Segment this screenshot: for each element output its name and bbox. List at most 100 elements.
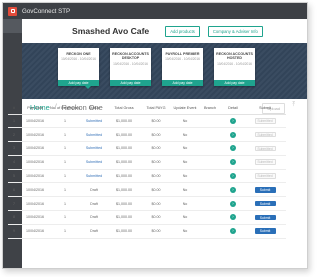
update-event-cell: No: [172, 114, 198, 129]
chevron-right-icon[interactable]: ›: [230, 117, 236, 124]
total-payg-cell: $0.00: [140, 210, 172, 225]
chevron-right-icon[interactable]: ›: [230, 173, 236, 180]
card-date: 10/04/2016 - 10/04/2016: [113, 61, 148, 66]
branch-cell: [198, 210, 222, 225]
update-event-cell: No: [172, 224, 198, 239]
pay-date-cell: 10/04/2016: [20, 196, 50, 212]
submit-cell: Submit: [244, 196, 286, 212]
employees-cell: 1: [50, 127, 80, 143]
company-name: Smashed Avo Cafe: [72, 26, 150, 36]
submit-button: Submitted: [254, 173, 276, 179]
update-event-cell: No: [172, 141, 198, 156]
branch-cell: [198, 127, 222, 143]
total-payg-cell: $0.00: [140, 155, 172, 170]
add-pay-date-button[interactable]: Add pay date: [58, 80, 99, 86]
submit-button[interactable]: Submit: [254, 214, 276, 221]
status-cell: Draft: [80, 210, 108, 225]
submit-cell: Submitted: [244, 114, 286, 129]
total-payg-cell: $0.00: [140, 114, 172, 129]
card-title: Reckon Accounts Hosted: [216, 52, 253, 61]
total-payg-cell: $0.00: [140, 224, 172, 239]
total-gross-cell: $1,000.00: [108, 182, 140, 198]
update-event-cell: No: [172, 127, 198, 143]
submit-button: Submitted: [254, 145, 276, 152]
column-header: Status: [80, 102, 108, 115]
app-logo-icon: [8, 6, 17, 16]
card-title: Reckon One: [66, 52, 91, 56]
table-row: 9 10/04/2016 1 Draft $1,000.00 $0.00 No › Submit: [8, 224, 286, 239]
add-pay-date-button[interactable]: Add pay date: [162, 80, 203, 86]
detail-cell: ›: [222, 141, 244, 156]
submit-button[interactable]: Submit: [254, 228, 276, 235]
update-event-cell: No: [172, 210, 198, 225]
chevron-right-icon[interactable]: ›: [230, 200, 236, 207]
pay-date-cell: 10/04/2016: [20, 169, 50, 184]
upload-icon[interactable]: ⤒: [292, 102, 295, 109]
submit-button[interactable]: Submit: [254, 187, 276, 193]
row-number: 5: [8, 169, 20, 184]
selected-card-indicator: [85, 86, 91, 89]
employees-cell: 1: [50, 210, 80, 225]
table-row: 8 10/04/2016 1 Draft $1,000.00 $0.00 No › Submit: [8, 210, 286, 225]
row-number: 7: [8, 196, 20, 212]
update-event-cell: No: [172, 196, 198, 212]
branch-cell: [198, 141, 222, 156]
pay-date-cell: 10/04/2016: [20, 182, 50, 198]
total-gross-cell: $1,000.00: [108, 196, 140, 212]
row-number: 3: [8, 141, 20, 156]
add-pay-date-button[interactable]: Add pay date: [110, 80, 151, 86]
card-date: 10/04/2016 - 10/04/2016: [61, 57, 96, 62]
submit-cell: Submit: [244, 210, 286, 225]
company-header: Smashed Avo Cafe Add products Company & …: [22, 19, 307, 43]
card-payroll-premier[interactable]: Payroll Premier 10/04/2016 - 10/04/2016 …: [162, 48, 203, 86]
column-header: Submit: [244, 102, 286, 115]
branch-cell: [198, 224, 222, 239]
submit-button: Submitted: [254, 159, 276, 166]
detail-cell: ›: [222, 127, 244, 143]
card-reckon-accounts-desktop[interactable]: Reckon Accounts Desktop 10/04/2016 - 10/…: [110, 48, 151, 86]
status-cell: Draft: [80, 182, 108, 198]
chevron-right-icon[interactable]: ›: [230, 186, 236, 193]
chevron-right-icon[interactable]: ›: [230, 228, 236, 235]
card-reckon-one[interactable]: Reckon One 10/04/2016 - 10/04/2016 Add p…: [58, 48, 99, 86]
detail-cell: ›: [222, 155, 244, 170]
total-gross-cell: $1,000.00: [108, 114, 140, 129]
submit-cell: Submitted: [244, 169, 286, 184]
column-header: Detail: [222, 102, 244, 115]
chevron-right-icon[interactable]: ›: [230, 159, 236, 166]
table-row: 3 10/04/2016 1 Submitted $1,000.00 $0.00 No › Su…: [8, 141, 286, 156]
submit-cell: Submitted: [244, 141, 286, 156]
product-cards-banner: Reckon One 10/04/2016 - 10/04/2016 Add p…: [22, 43, 307, 99]
detail-cell: ›: [222, 210, 244, 225]
card-reckon-accounts-hosted[interactable]: Reckon Accounts Hosted 10/04/2016 - 10/0…: [214, 48, 255, 86]
table-row: 1 10/04/2016 1 Submitted $1,000.00 $0.00 No › Su…: [8, 114, 286, 129]
total-gross-cell: $1,000.00: [108, 210, 140, 225]
employees-cell: 1: [50, 141, 80, 156]
table-row: 6 10/04/2016 1 Draft $1,000.00 $0.00 No › Submit: [8, 182, 286, 198]
sidebar-top-item[interactable]: [3, 19, 22, 33]
row-number: 6: [8, 182, 20, 198]
total-gross-cell: $1,000.00: [108, 224, 140, 239]
add-pay-date-button[interactable]: Add pay date: [214, 80, 255, 86]
submit-button: Submitted: [254, 131, 276, 138]
branch-cell: [198, 196, 222, 212]
add-products-button[interactable]: Add products: [165, 25, 200, 37]
chevron-right-icon[interactable]: ›: [230, 214, 236, 221]
card-title: Payroll Premier: [165, 52, 200, 56]
update-event-cell: No: [172, 169, 198, 184]
row-number: 1: [8, 114, 20, 129]
card-date: 10/04/2016 - 10/04/2016: [217, 61, 252, 66]
chevron-right-icon[interactable]: ›: [230, 145, 236, 152]
submit-button[interactable]: Submit: [254, 200, 276, 207]
update-event-cell: No: [172, 182, 198, 198]
chevron-right-icon[interactable]: ›: [230, 131, 236, 138]
branch-cell: [198, 169, 222, 184]
company-adviser-info-button[interactable]: Company & Adviser Info: [207, 25, 263, 37]
total-gross-cell: $1,000.00: [108, 169, 140, 184]
status-cell: Submitted: [80, 114, 108, 129]
status-cell: Submitted: [80, 127, 108, 143]
submit-cell: Submit: [244, 182, 286, 198]
submit-cell: Submitted: [244, 127, 286, 143]
status-cell: Submitted: [80, 155, 108, 170]
employees-cell: 1: [50, 224, 80, 239]
